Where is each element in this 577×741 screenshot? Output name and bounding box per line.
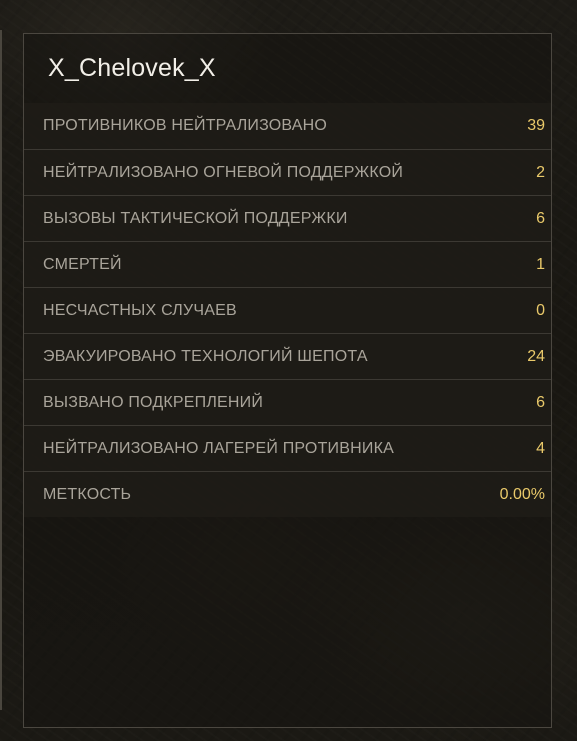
stat-row-accidents: НЕСЧАСТНЫХ СЛУЧАЕВ 0 bbox=[24, 287, 551, 333]
stat-value: 6 bbox=[536, 394, 545, 411]
stat-value: 39 bbox=[527, 117, 545, 134]
player-name: X_Chelovek_X bbox=[48, 54, 216, 82]
stat-row-deaths: СМЕРТЕЙ 1 bbox=[24, 241, 551, 287]
stat-label: НЕСЧАСТНЫХ СЛУЧАЕВ bbox=[43, 302, 237, 319]
stat-row-reinforcements-called: ВЫЗВАНО ПОДКРЕПЛЕНИЙ 6 bbox=[24, 379, 551, 425]
stat-row-whisper-tech-evacuated: ЭВАКУИРОВАНО ТЕХНОЛОГИЙ ШЕПОТА 24 bbox=[24, 333, 551, 379]
stat-value: 0 bbox=[536, 302, 545, 319]
stat-label: НЕЙТРАЛИЗОВАНО ОГНЕВОЙ ПОДДЕРЖКОЙ bbox=[43, 164, 404, 181]
stat-value: 2 bbox=[536, 164, 545, 181]
stats-list: ПРОТИВНИКОВ НЕЙТРАЛИЗОВАНО 39 НЕЙТРАЛИЗО… bbox=[24, 103, 551, 517]
stat-label: ВЫЗВАНО ПОДКРЕПЛЕНИЙ bbox=[43, 394, 264, 411]
stat-value: 24 bbox=[527, 348, 545, 365]
stat-row-fire-support-kills: НЕЙТРАЛИЗОВАНО ОГНЕВОЙ ПОДДЕРЖКОЙ 2 bbox=[24, 149, 551, 195]
player-stats-panel: X_Chelovek_X ПРОТИВНИКОВ НЕЙТРАЛИЗОВАНО … bbox=[23, 33, 552, 728]
stat-label: ВЫЗОВЫ ТАКТИЧЕСКОЙ ПОДДЕРЖКИ bbox=[43, 210, 348, 227]
stat-value: 4 bbox=[536, 440, 545, 457]
stat-value: 1 bbox=[536, 256, 545, 273]
adjacent-panel-edge bbox=[0, 30, 2, 710]
stat-value: 6 bbox=[536, 210, 545, 227]
stat-label: МЕТКОСТЬ bbox=[43, 486, 132, 503]
stat-row-enemy-camps-neutralized: НЕЙТРАЛИЗОВАНО ЛАГЕРЕЙ ПРОТИВНИКА 4 bbox=[24, 425, 551, 471]
stat-label: НЕЙТРАЛИЗОВАНО ЛАГЕРЕЙ ПРОТИВНИКА bbox=[43, 440, 394, 457]
stat-value: 0.00% bbox=[499, 486, 545, 503]
stat-label: СМЕРТЕЙ bbox=[43, 256, 122, 273]
stat-row-tactical-support-calls: ВЫЗОВЫ ТАКТИЧЕСКОЙ ПОДДЕРЖКИ 6 bbox=[24, 195, 551, 241]
stat-row-accuracy: МЕТКОСТЬ 0.00% bbox=[24, 471, 551, 517]
stat-label: ЭВАКУИРОВАНО ТЕХНОЛОГИЙ ШЕПОТА bbox=[43, 348, 368, 365]
stat-row-enemies-neutralized: ПРОТИВНИКОВ НЕЙТРАЛИЗОВАНО 39 bbox=[24, 103, 551, 149]
stat-label: ПРОТИВНИКОВ НЕЙТРАЛИЗОВАНО bbox=[43, 117, 328, 134]
